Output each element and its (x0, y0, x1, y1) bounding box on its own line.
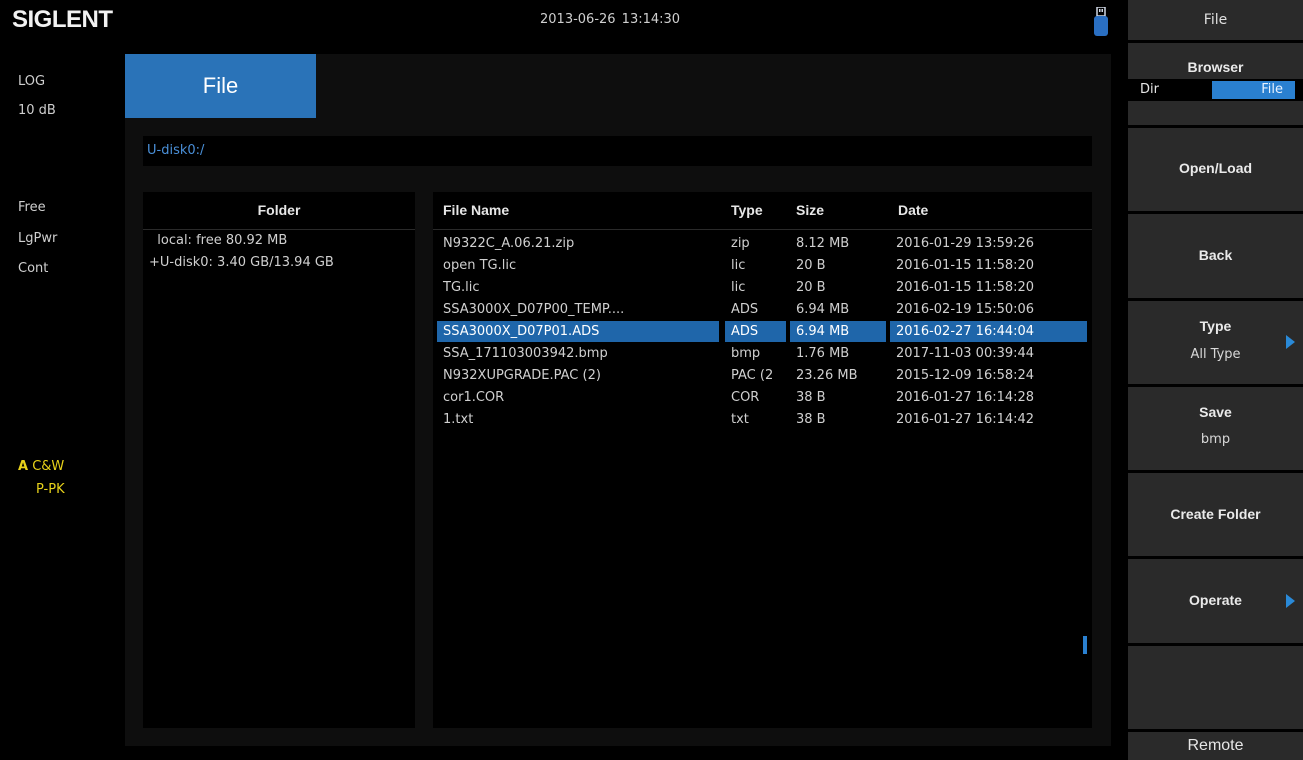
browser-softkey[interactable]: Browser Dir File (1128, 43, 1303, 125)
remote-status: Remote (1128, 732, 1303, 760)
type-submenu-arrow-icon (1286, 335, 1295, 349)
usb-icon (1094, 7, 1108, 36)
file-date-cell: 2016-01-27 16:14:42 (896, 412, 1035, 427)
file-date-cell: 2017-11-03 00:39:44 (896, 346, 1035, 361)
file-name-cell: 1.txt (443, 412, 474, 427)
file-date-cell: 2016-01-15 11:58:20 (896, 280, 1035, 295)
empty-softkey[interactable] (1128, 646, 1303, 729)
file-size-cell: 6.94 MB (796, 302, 850, 317)
open-load-softkey[interactable]: Open/Load (1128, 128, 1303, 211)
file-name-cell: N932XUPGRADE.PAC (2) (443, 368, 601, 383)
file-row[interactable]: SSA_171103003942.bmp bmp 1.76 MB 2017-11-03… (433, 343, 1092, 365)
file-name-cell: SSA3000X_D07P01.ADS (437, 321, 719, 342)
browser-label: Browser (1187, 59, 1244, 75)
scale-type-label: LOG (18, 74, 46, 89)
file-row[interactable]: N932XUPGRADE.PAC (2) PAC (2 23.26 MB 2015-1… (433, 365, 1092, 387)
browser-option-dir[interactable]: Dir (1128, 79, 1211, 101)
file-title-tab: File (125, 54, 316, 118)
open-load-label: Open/Load (1178, 160, 1253, 176)
folder-header: Folder (257, 202, 301, 218)
file-type-cell: zip (731, 236, 750, 251)
brand-logo: SIGLENT (12, 6, 113, 33)
browser-toggle[interactable]: Dir File (1128, 79, 1303, 101)
current-path: U-disk0:/ (143, 136, 1092, 166)
trace-detector: P-PK (36, 482, 65, 497)
file-size-cell: 6.94 MB (790, 321, 886, 342)
file-type-cell: lic (731, 258, 746, 273)
folder-pane: Folder local: free 80.92 MB +U-disk0: 3.… (143, 192, 415, 728)
operate-softkey[interactable]: Operate (1128, 559, 1303, 643)
trace-indicator: A C&W (18, 459, 64, 474)
file-row[interactable]: open TG.lic lic 20 B 2016-01-15 11:58:20 (433, 255, 1092, 277)
detector-label: LgPwr (18, 231, 58, 246)
column-header-size: Size (796, 202, 825, 218)
save-softkey[interactable]: Save bmp (1128, 387, 1303, 470)
file-row[interactable]: cor1.COR COR 38 B 2016-01-27 16:14:28 (433, 387, 1092, 409)
file-name-cell: cor1.COR (443, 390, 505, 405)
sweep-mode-label: Free (18, 200, 46, 215)
file-name-cell: N9322C_A.06.21.zip (443, 236, 575, 251)
file-type-cell: ADS (731, 302, 759, 317)
type-value: All Type (1190, 347, 1241, 362)
file-type-cell: lic (731, 280, 746, 295)
file-header-divider (433, 229, 1092, 230)
file-row[interactable]: 1.txt txt 38 B 2016-01-27 16:14:42 (433, 409, 1092, 431)
file-type-cell: txt (731, 412, 749, 427)
file-list-pane: File Name Type Size Date N9322C_A.06.21.… (433, 192, 1092, 728)
create-folder-label: Create Folder (1170, 506, 1261, 522)
file-type-cell: PAC (2 (731, 368, 774, 383)
trigger-label: Cont (18, 261, 49, 276)
trace-mode: C&W (32, 459, 65, 474)
file-size-cell: 1.76 MB (796, 346, 850, 361)
file-name-cell: SSA_171103003942.bmp (443, 346, 608, 361)
file-date-cell: 2016-02-19 15:50:06 (896, 302, 1035, 317)
scroll-indicator[interactable] (1083, 636, 1087, 654)
folder-item-local[interactable]: local: free 80.92 MB (149, 233, 287, 248)
column-header-name: File Name (443, 202, 510, 218)
folder-header-divider (143, 229, 415, 230)
file-size-cell: 23.26 MB (796, 368, 858, 383)
file-name-cell: open TG.lic (443, 258, 517, 273)
path-text: U-disk0:/ (147, 143, 205, 158)
file-size-cell: 8.12 MB (796, 236, 850, 251)
file-type-cell: bmp (731, 346, 761, 361)
file-size-cell: 20 B (796, 258, 826, 273)
scale-div-label: 10 dB (18, 103, 56, 118)
back-label: Back (1198, 247, 1233, 263)
file-name-cell: SSA3000X_D07P00_TEMP.... (443, 302, 625, 317)
file-row[interactable]: N9322C_A.06.21.zip zip 8.12 MB 2016-01-29 1… (433, 233, 1092, 255)
file-size-cell: 20 B (796, 280, 826, 295)
save-format-value: bmp (1200, 432, 1231, 447)
trace-letter: A (18, 459, 29, 474)
save-label: Save (1199, 404, 1232, 420)
menu-title: File (1128, 0, 1303, 40)
file-name-cell: TG.lic (443, 280, 480, 295)
file-date-cell: 2016-01-27 16:14:28 (896, 390, 1035, 405)
create-folder-softkey[interactable]: Create Folder (1128, 473, 1303, 556)
file-type-cell: COR (731, 390, 760, 405)
column-header-date: Date (898, 202, 929, 218)
file-type-cell: ADS (725, 321, 786, 342)
file-row[interactable]: SSA3000X_D07P00_TEMP.... ADS 6.94 MB 2016-0… (433, 299, 1092, 321)
file-row[interactable]: SSA3000X_D07P01.ADS ADS 6.94 MB 2016-02-27 … (433, 321, 1092, 343)
file-size-cell: 38 B (796, 412, 826, 427)
back-softkey[interactable]: Back (1128, 214, 1303, 298)
file-date-cell: 2016-01-29 13:59:26 (896, 236, 1035, 251)
datetime-readout: 2013-06-26 13:14:30 (540, 12, 681, 27)
browser-option-file[interactable]: File (1212, 81, 1295, 99)
type-softkey[interactable]: Type All Type (1128, 301, 1303, 384)
file-date-cell: 2016-01-15 11:58:20 (896, 258, 1035, 273)
file-date-cell: 2015-12-09 16:58:24 (896, 368, 1035, 383)
column-header-type: Type (731, 202, 763, 218)
operate-label: Operate (1189, 592, 1242, 608)
file-row[interactable]: TG.lic lic 20 B 2016-01-15 11:58:20 (433, 277, 1092, 299)
operate-submenu-arrow-icon (1286, 594, 1295, 608)
type-label: Type (1199, 318, 1232, 334)
file-date-cell: 2016-02-27 16:44:04 (890, 321, 1087, 342)
file-size-cell: 38 B (796, 390, 826, 405)
folder-item-udisk[interactable]: +U-disk0: 3.40 GB/13.94 GB (149, 255, 334, 270)
